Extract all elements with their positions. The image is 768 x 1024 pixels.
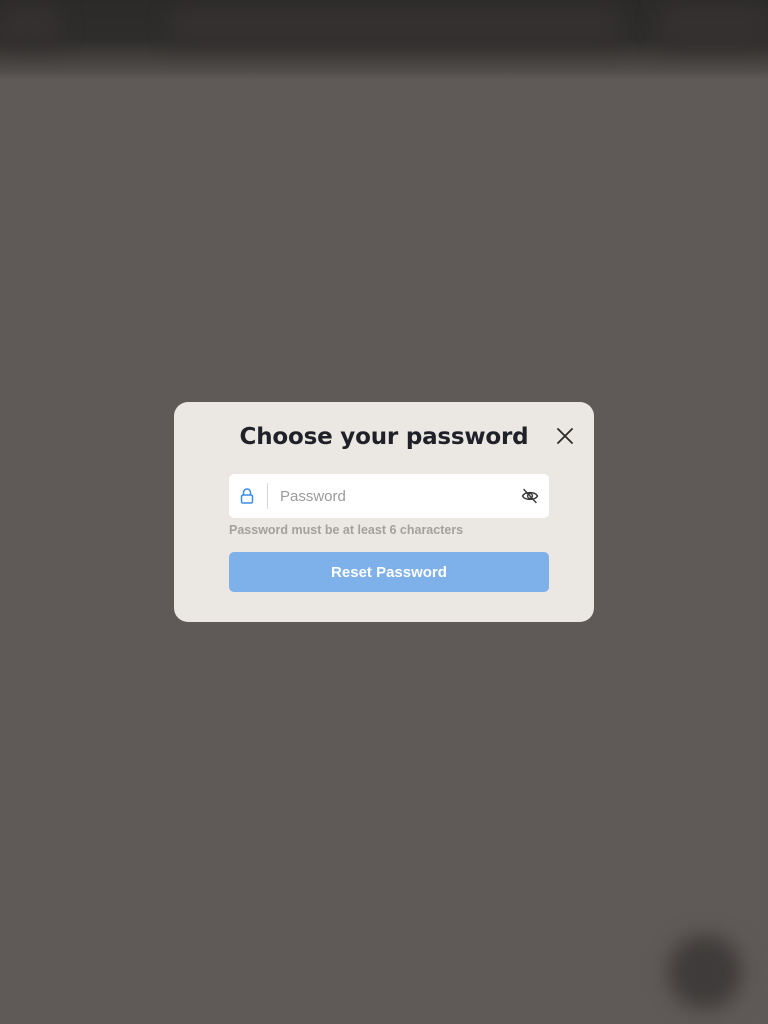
password-field [229, 474, 549, 518]
password-input[interactable] [280, 474, 510, 518]
backdrop-floating-button [668, 935, 742, 1009]
password-hint: Password must be at least 6 characters [229, 523, 464, 537]
close-icon [557, 428, 573, 444]
field-divider [267, 483, 268, 509]
backdrop-header-block-center [170, 8, 620, 44]
backdrop-header-block-left [0, 6, 60, 46]
reset-password-button[interactable]: Reset Password [229, 552, 549, 592]
backdrop-header-block-right [660, 4, 768, 48]
dialog-title: Choose your password [239, 424, 529, 450]
eye-off-icon[interactable] [521, 488, 539, 504]
choose-password-dialog: Choose your password Password must be at… [174, 402, 594, 622]
lock-icon [240, 488, 254, 504]
close-button[interactable] [555, 426, 575, 446]
